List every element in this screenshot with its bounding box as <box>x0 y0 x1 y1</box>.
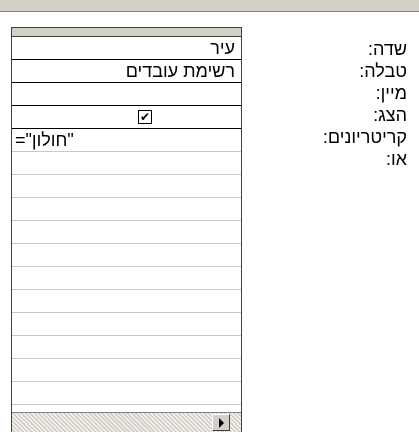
label-table: טבלה: <box>359 61 407 81</box>
query-design-grid: עיר רשימת עובדים ✔ ="חולון" <box>11 27 242 432</box>
table-value: רשימת עובדים <box>125 61 235 81</box>
empty-row[interactable] <box>12 290 241 313</box>
label-show: הצג: <box>373 105 407 125</box>
show-checkbox[interactable]: ✔ <box>138 110 152 124</box>
empty-row[interactable] <box>12 267 241 290</box>
empty-row[interactable] <box>12 313 241 336</box>
criteria-cell[interactable]: ="חולון" <box>12 129 241 152</box>
empty-row[interactable] <box>12 359 241 382</box>
or-cell[interactable] <box>12 152 241 175</box>
scroll-right-button[interactable] <box>212 414 230 431</box>
label-field: שדה: <box>368 39 407 59</box>
arrow-right-icon <box>219 418 224 428</box>
horizontal-scrollbar[interactable] <box>12 412 241 432</box>
empty-row[interactable] <box>12 175 241 198</box>
window-top-bar <box>0 0 419 12</box>
empty-row[interactable] <box>12 221 241 244</box>
empty-row[interactable] <box>12 198 241 221</box>
criteria-value: ="חולון" <box>15 130 74 150</box>
show-cell: ✔ <box>12 106 241 129</box>
empty-row[interactable] <box>12 244 241 267</box>
label-criteria: קריטריונים: <box>322 127 407 147</box>
column-selector[interactable] <box>12 27 241 37</box>
empty-row[interactable] <box>12 336 241 359</box>
label-sort: מיין: <box>375 83 407 103</box>
row-labels: שדה: טבלה: מיין: הצג: קריטריונים: או: <box>257 38 407 170</box>
field-value: עיר <box>210 38 235 58</box>
field-cell[interactable]: עיר <box>12 37 241 60</box>
label-or: או: <box>386 149 407 169</box>
empty-row[interactable] <box>12 382 241 405</box>
sort-cell[interactable] <box>12 83 241 106</box>
table-cell[interactable]: רשימת עובדים <box>12 60 241 83</box>
